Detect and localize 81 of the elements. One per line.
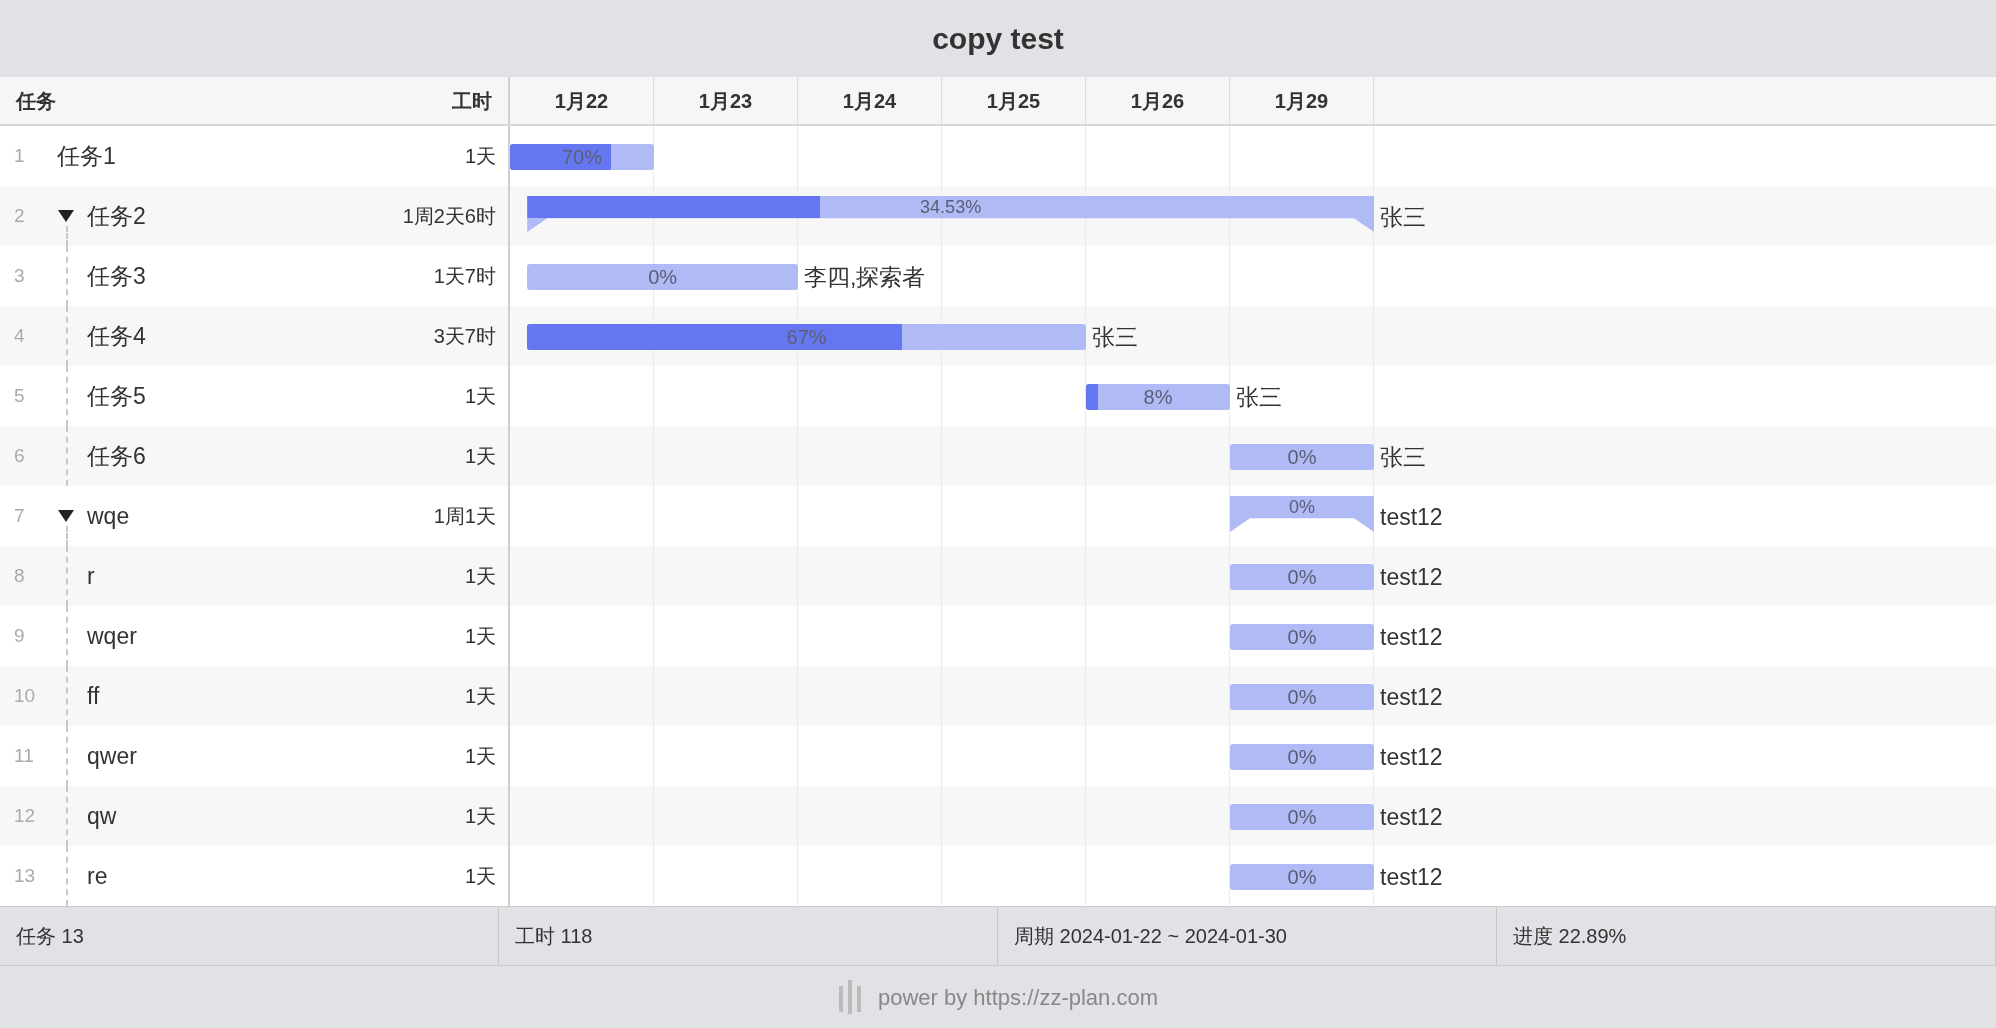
task-name: wqer (87, 621, 137, 651)
task-hours: 1天 (464, 444, 497, 469)
progress-label: 34.53% (919, 196, 983, 218)
row-number: 9 (13, 623, 26, 648)
progress-label: 0% (1286, 805, 1318, 830)
row-number: 11 (13, 743, 35, 768)
task-hours: 1周2天6时 (402, 204, 497, 229)
task-name: qw (87, 801, 117, 831)
collapse-icon[interactable] (57, 509, 75, 523)
task-hours: 1周1天 (433, 504, 497, 529)
date-header: 1月26 (1086, 77, 1230, 124)
row-number: 1 (13, 143, 26, 168)
progress-label: 0% (1286, 565, 1318, 590)
task-name: ff (87, 681, 100, 711)
task-hours: 1天 (464, 564, 497, 589)
task-name: wqe (87, 501, 130, 531)
task-hours: 1天 (464, 804, 497, 829)
task-name: 任务2 (87, 201, 146, 231)
row-number: 2 (13, 203, 26, 228)
status-text: 周期 2024-01-22 ~ 2024-01-30 (1014, 924, 1287, 949)
row-number: 6 (13, 443, 26, 468)
progress-label: 0% (1286, 745, 1318, 770)
task-hours: 1天 (464, 744, 497, 769)
progress-label: 67% (785, 325, 828, 350)
date-header: 1月29 (1230, 77, 1374, 124)
status-text: 任务 13 (16, 924, 84, 949)
powered-by-text: power by https://zz-plan.com (878, 983, 1158, 1012)
row-number: 3 (13, 263, 26, 288)
status-text: 进度 22.89% (1513, 924, 1627, 949)
progress-label: 0% (1288, 496, 1316, 518)
assignee-name: test12 (1380, 863, 1443, 892)
task-name: r (87, 561, 95, 591)
progress-label: 0% (1286, 445, 1318, 470)
collapse-icon[interactable] (57, 209, 75, 223)
row-number: 7 (13, 503, 26, 528)
task-name: 任务1 (57, 141, 116, 171)
row-number: 4 (13, 323, 26, 348)
row-number: 5 (13, 383, 26, 408)
column-header: 工时 (452, 88, 492, 114)
assignee-name: test12 (1380, 503, 1443, 532)
status-text: 工时 118 (515, 924, 593, 949)
task-hours: 1天 (464, 864, 497, 889)
task-name: 任务6 (87, 441, 146, 471)
task-hours: 1天7时 (433, 264, 497, 289)
task-name: 任务4 (87, 321, 146, 351)
progress-label: 8% (1142, 385, 1174, 410)
task-name: re (87, 861, 108, 891)
assignee-name: 张三 (1380, 443, 1426, 472)
row-number: 8 (13, 563, 26, 588)
logo-icon (838, 980, 862, 1014)
row-number: 13 (13, 863, 37, 888)
date-header: 1月25 (942, 77, 1086, 124)
assignee-name: test12 (1380, 683, 1443, 712)
task-name: qwer (87, 741, 137, 771)
task-hours: 1天 (464, 684, 497, 709)
assignee-name: 张三 (1092, 323, 1138, 352)
progress-label: 0% (1286, 685, 1318, 710)
assignee-name: test12 (1380, 743, 1443, 772)
window-title: copy test (932, 21, 1064, 57)
row-number: 12 (13, 803, 37, 828)
assignee-name: 张三 (1236, 383, 1282, 412)
date-header: 1月23 (654, 77, 798, 124)
task-hours: 1天 (464, 384, 497, 409)
assignee-name: test12 (1380, 563, 1443, 592)
column-header: 任务 (16, 88, 56, 114)
task-hours: 3天7时 (433, 324, 497, 349)
progress-label: 0% (1286, 625, 1318, 650)
assignee-name: 李四,探索者 (804, 263, 926, 292)
task-name: 任务5 (87, 381, 146, 411)
date-header: 1月24 (798, 77, 942, 124)
assignee-name: test12 (1380, 623, 1443, 652)
date-header: 1月22 (510, 77, 654, 124)
row-number: 10 (13, 683, 37, 708)
task-hours: 1天 (464, 624, 497, 649)
assignee-name: test12 (1380, 803, 1443, 832)
progress-label: 0% (647, 265, 679, 290)
assignee-name: 张三 (1380, 203, 1426, 232)
progress-label: 70% (561, 145, 603, 170)
progress-label: 0% (1286, 865, 1318, 890)
task-hours: 1天 (464, 144, 497, 169)
task-name: 任务3 (87, 261, 146, 291)
